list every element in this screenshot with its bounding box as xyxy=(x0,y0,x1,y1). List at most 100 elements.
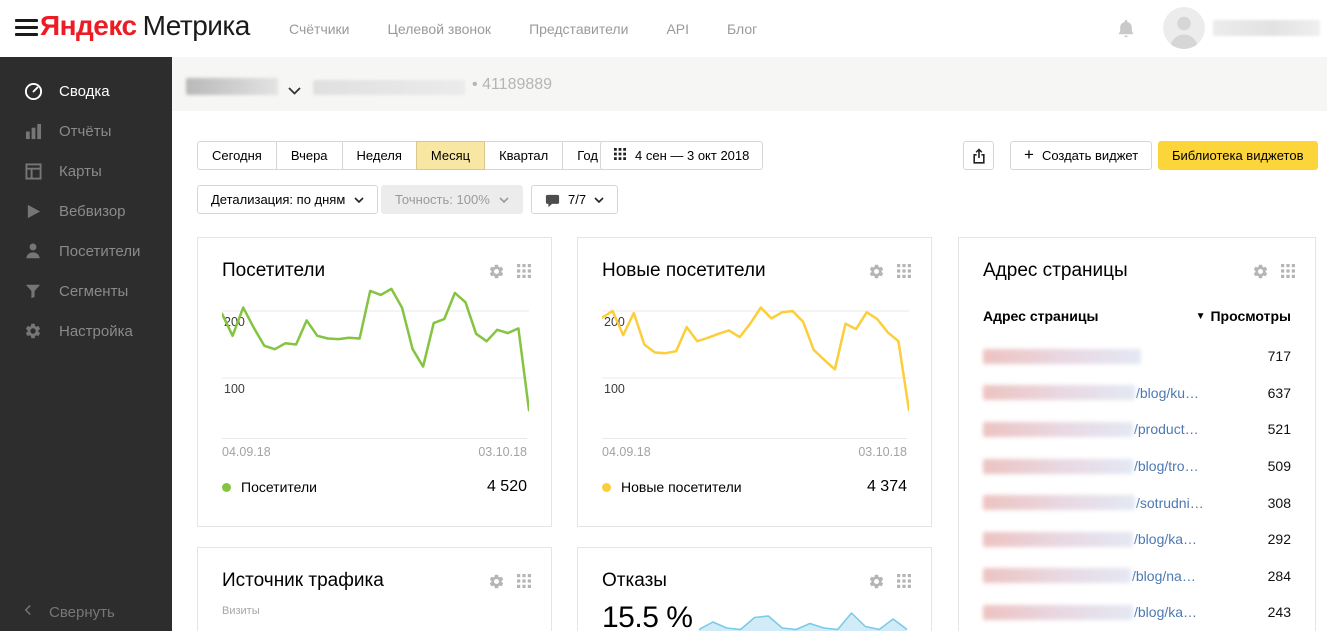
counter-id: • 41189889 xyxy=(472,76,552,94)
sidebar-item-reports[interactable]: Отчёты xyxy=(0,111,172,151)
sidebar-item-webvisor[interactable]: Вебвизор xyxy=(0,191,172,231)
range-button-4[interactable]: Квартал xyxy=(484,141,563,170)
counter-id-value: 41189889 xyxy=(482,76,552,93)
widget-subtitle: Визиты xyxy=(222,605,260,617)
table-row[interactable]: /blog/ku…637 xyxy=(983,375,1291,412)
table-row[interactable]: /product…521 xyxy=(983,411,1291,448)
blurred-url xyxy=(983,422,1133,437)
legend-label[interactable]: Новые посетители xyxy=(621,479,742,495)
top-header: ЯндексМетрика Счётчики Целевой звонок Пред… xyxy=(0,0,1327,57)
blurred-url xyxy=(983,532,1133,547)
url-link[interactable]: /blog/ka… xyxy=(1134,604,1197,620)
sort-desc-icon: ▼ xyxy=(1196,311,1206,322)
url-link[interactable]: /sotrudni… xyxy=(1136,495,1204,511)
svg-text:100: 100 xyxy=(224,382,245,396)
visitors-icon xyxy=(23,242,43,260)
sidebar-item-maps[interactable]: Карты xyxy=(0,151,172,191)
url-link[interactable]: /blog/na… xyxy=(1132,568,1196,584)
date-picker-button[interactable]: 4 сен — 3 окт 2018 xyxy=(600,141,763,170)
topnav-item-4[interactable]: Блог xyxy=(727,21,757,37)
accuracy-label: Точность: 100% xyxy=(395,192,490,207)
table-row[interactable]: /blog/na… 284 xyxy=(983,558,1291,595)
column-header-url[interactable]: Адрес страницы xyxy=(983,308,1098,324)
table-row[interactable]: 717 xyxy=(983,338,1291,375)
maps-icon xyxy=(23,163,43,180)
detalization-dropdown[interactable]: Детализация: по дням xyxy=(197,185,378,214)
url-link[interactable]: /blog/ka… xyxy=(1134,531,1197,547)
export-icon xyxy=(971,147,987,165)
bounce-sparkline-chart xyxy=(699,610,907,631)
drag-handle-icon[interactable] xyxy=(1281,264,1295,278)
topnav-item-3[interactable]: API xyxy=(666,21,689,37)
gear-icon[interactable] xyxy=(488,263,505,280)
sidebar-item-segments[interactable]: Сегменты xyxy=(0,271,172,311)
user-name-blurred[interactable] xyxy=(1213,20,1320,36)
gear-icon[interactable] xyxy=(1252,263,1269,280)
blurred-url xyxy=(983,385,1135,400)
table-row[interactable]: /blog/ka…292 xyxy=(983,521,1291,558)
views-value: 243 xyxy=(1268,604,1291,620)
export-button[interactable] xyxy=(963,141,994,170)
widget-new-visitors: Новые посетители 200100 04.09.18 03.10.1… xyxy=(577,237,932,527)
gear-icon[interactable] xyxy=(488,573,505,590)
pages-table: 717/blog/ku…637/product…521/blog/tro…509… xyxy=(983,338,1291,631)
widget-title: Посетители xyxy=(222,260,488,282)
topnav-item-2[interactable]: Представители xyxy=(529,21,628,37)
sidebar-collapse-button[interactable]: Свернуть xyxy=(23,603,115,621)
widget-page-urls: Адрес страницы Адрес страницы ▼ Просмотр… xyxy=(958,237,1316,631)
comments-dropdown[interactable]: 7/7 xyxy=(531,185,618,214)
gear-icon[interactable] xyxy=(868,263,885,280)
gear-icon[interactable] xyxy=(868,573,885,590)
views-value: 284 xyxy=(1268,568,1291,584)
url-link[interactable]: /blog/ku… xyxy=(1136,385,1199,401)
range-button-1[interactable]: Вчера xyxy=(276,141,343,170)
avatar[interactable] xyxy=(1163,7,1205,49)
widget-title: Отказы xyxy=(602,570,868,592)
notification-bell-icon[interactable] xyxy=(1117,18,1135,44)
range-button-2[interactable]: Неделя xyxy=(342,141,417,170)
legend-dot xyxy=(222,483,231,492)
widget-title: Новые посетители xyxy=(602,260,868,282)
hamburger-menu-icon[interactable] xyxy=(15,19,38,40)
new-visitors-line-chart[interactable]: 200100 xyxy=(602,284,909,447)
views-value: 717 xyxy=(1268,348,1291,364)
chevron-down-icon[interactable] xyxy=(288,82,301,100)
widget-bounce-rate: Отказы 15.5 % xyxy=(577,547,932,631)
widget-library-button[interactable]: Библиотека виджетов xyxy=(1158,141,1318,170)
blurred-url xyxy=(983,605,1133,620)
yandex-metrika-logo[interactable]: ЯндексМетрика xyxy=(40,10,250,42)
sidebar-item-dashboard[interactable]: Сводка xyxy=(0,71,172,111)
url-link[interactable]: /blog/tro… xyxy=(1134,458,1199,474)
drag-handle-icon[interactable] xyxy=(897,574,911,588)
topnav-item-1[interactable]: Целевой звонок xyxy=(388,21,492,37)
drag-handle-icon[interactable] xyxy=(517,264,531,278)
blurred-url xyxy=(983,568,1131,583)
column-header-views[interactable]: ▼ Просмотры xyxy=(1196,308,1291,324)
accuracy-dropdown[interactable]: Точность: 100% xyxy=(381,185,523,214)
collapse-label: Свернуть xyxy=(49,604,115,621)
table-row[interactable]: /blog/tro…509 xyxy=(983,448,1291,485)
url-link[interactable]: /product… xyxy=(1134,421,1199,437)
visitors-line-chart[interactable]: 200100 xyxy=(222,284,529,447)
range-button-3[interactable]: Месяц xyxy=(416,141,485,170)
create-widget-button[interactable]: + Создать виджет xyxy=(1010,141,1152,170)
counter-breadcrumb-bar: • 41189889 xyxy=(172,57,1327,111)
sidebar-menu: СводкаОтчётыКартыВебвизорПосетителиСегме… xyxy=(0,57,172,351)
widget-traffic-source: Источник трафика Визиты xyxy=(197,547,552,631)
settings-icon xyxy=(23,322,43,340)
sidebar-item-settings[interactable]: Настройка xyxy=(0,311,172,351)
topnav-item-0[interactable]: Счётчики xyxy=(289,21,350,37)
counter-name-blurred[interactable] xyxy=(186,78,278,95)
legend-dot xyxy=(602,483,611,492)
drag-handle-icon[interactable] xyxy=(897,264,911,278)
blurred-url xyxy=(983,459,1133,474)
range-button-0[interactable]: Сегодня xyxy=(197,141,277,170)
date-range-segmented-control: СегодняВчераНеделяМесяцКварталГод xyxy=(197,141,613,170)
sidebar-item-visitors[interactable]: Посетители xyxy=(0,231,172,271)
views-value: 308 xyxy=(1268,495,1291,511)
sidebar: СводкаОтчётыКартыВебвизорПосетителиСегме… xyxy=(0,57,172,631)
legend-label[interactable]: Посетители xyxy=(241,479,317,495)
table-row[interactable]: /sotrudni… 308 xyxy=(983,484,1291,521)
table-row[interactable]: /blog/ka… 243 xyxy=(983,594,1291,631)
drag-handle-icon[interactable] xyxy=(517,574,531,588)
